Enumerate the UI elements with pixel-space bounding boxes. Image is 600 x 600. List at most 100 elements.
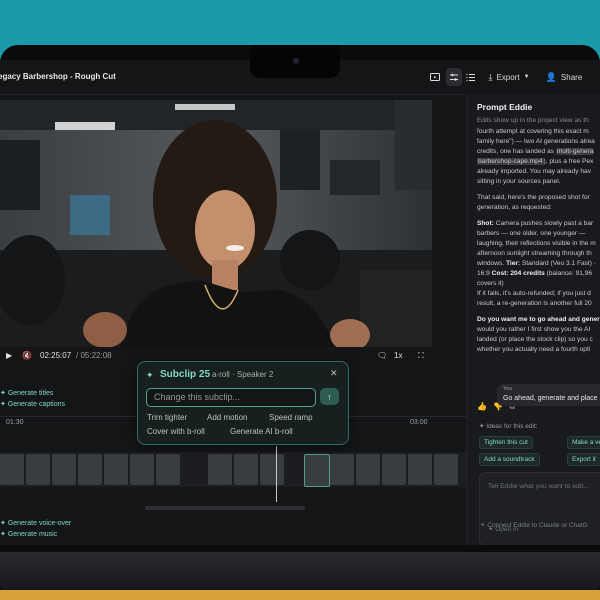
prompt-eddie-panel: Prompt Eddie Edits show up in the projec… xyxy=(466,94,600,545)
connect-eddie-label: Connect Eddie to Claude or ChatG xyxy=(487,522,588,529)
popup-title: Subclip 25 xyxy=(160,369,211,380)
generate-voiceover-link[interactable]: ✦ Generate voice-over xyxy=(0,519,71,527)
clip-thumbnail[interactable] xyxy=(208,454,232,485)
preview-view-button[interactable] xyxy=(428,68,442,86)
export-label: Export xyxy=(496,72,520,82)
comment-icon[interactable]: 🗨 xyxy=(377,351,387,360)
clip-thumbnail[interactable] xyxy=(78,454,102,485)
chat-line: fourth attempt at covering this exact m xyxy=(477,128,589,135)
chat-input-placeholder: Tell Eddie what you want to edit... xyxy=(488,483,589,490)
chat-text: ), plus a free Pex xyxy=(543,158,594,165)
ideas-label: ✦ Ideas for this edit: xyxy=(479,422,538,430)
idea-chip-make[interactable]: Make a ve xyxy=(567,436,600,449)
option-trim-tighter[interactable]: Trim tighter xyxy=(147,413,187,422)
idea-chip-export[interactable]: Export it xyxy=(567,453,600,466)
generate-captions-link[interactable]: ✦ Generate captions xyxy=(0,400,65,408)
chat-bold: Do you want me to go ahead and gener xyxy=(477,316,600,323)
chat-line: sitting in your sources panel. xyxy=(477,178,561,185)
sliders-icon xyxy=(450,73,458,81)
clip-thumbnail[interactable] xyxy=(234,454,258,485)
idea-chip-tighten[interactable]: Tighten this cut xyxy=(479,436,533,449)
list-icon xyxy=(466,73,475,81)
video-player[interactable] xyxy=(0,100,432,350)
playhead[interactable] xyxy=(276,446,277,502)
subclip-prompt-placeholder: Change this subclip... xyxy=(154,392,241,402)
chat-line: whether you actually need a fourth opti xyxy=(477,346,591,353)
camera-dot xyxy=(293,58,299,64)
share-label: Share xyxy=(560,72,583,82)
clip-thumbnail[interactable] xyxy=(26,454,50,485)
clip-thumbnail[interactable] xyxy=(382,454,406,485)
list-view-button[interactable] xyxy=(464,68,478,86)
chat-line: That said, here's the proposed shot for xyxy=(477,194,590,201)
chat-line: would you rather I first show you the AI xyxy=(477,326,591,333)
panel-subtitle: Edits show up in the project view as th xyxy=(477,117,589,124)
chat-line: afternoon sunlight streaming through th xyxy=(477,250,592,257)
generate-music-label: Generate music xyxy=(7,531,58,538)
mute-icon[interactable]: 🔇 xyxy=(22,351,32,360)
chat-line: family here") — two AI generations alrea xyxy=(477,138,595,145)
chat-input[interactable]: Tell Eddie what you want to edit... ✦ Op… xyxy=(479,472,600,545)
timeline-view-button[interactable] xyxy=(446,68,462,86)
idea-chip-soundtrack[interactable]: Add a soundtrack xyxy=(479,453,540,466)
selected-clip-thumbnail[interactable] xyxy=(304,454,330,487)
clip-thumbnail[interactable] xyxy=(330,454,354,485)
generate-titles-link[interactable]: ✦ Generate titles xyxy=(0,389,53,397)
option-generate-ai-broll[interactable]: Generate AI b-roll xyxy=(230,427,293,436)
user-message: You Go ahead, generate and place xyxy=(497,384,600,406)
chat-text: Camera pushes slowly past a bar xyxy=(493,220,594,227)
export-button[interactable]: ⤓ Export ▼ xyxy=(484,68,534,86)
send-button[interactable]: ↑ xyxy=(320,388,339,405)
sparkle-icon: ✦ xyxy=(146,370,154,380)
clip-thumbnail[interactable] xyxy=(104,454,128,485)
background-bottom-strip xyxy=(0,590,600,600)
timeline-track[interactable] xyxy=(0,452,470,487)
clip-thumbnail[interactable] xyxy=(130,454,154,485)
chat-text: credits, one has landed as xyxy=(477,148,556,155)
chat-bold: Shot: xyxy=(477,220,494,227)
generate-captions-label: Generate captions xyxy=(7,401,66,408)
option-add-motion[interactable]: Add motion xyxy=(207,413,247,422)
generate-music-link[interactable]: ✦ Generate music xyxy=(0,530,57,538)
fullscreen-icon[interactable]: ⛶ xyxy=(418,351,424,361)
user-message-text: Go ahead, generate and place xyxy=(503,395,598,402)
user-label: You xyxy=(503,386,513,392)
chat-text: Standard (Veo 3.1 Fast) · xyxy=(520,260,596,267)
clip-thumbnail[interactable] xyxy=(0,454,24,485)
clip-thumbnail[interactable] xyxy=(356,454,380,485)
clip-thumbnail[interactable] xyxy=(408,454,432,485)
share-button[interactable]: 👤 Share xyxy=(544,68,584,86)
timeline-scrollbar[interactable] xyxy=(145,506,305,510)
close-icon[interactable]: ✕ xyxy=(330,368,338,379)
total-time: / 05:22:08 xyxy=(76,351,112,360)
play-icon[interactable]: ▶ xyxy=(6,351,12,360)
popup-subtitle: a-roll · Speaker 2 xyxy=(212,370,274,379)
option-speed-ramp[interactable]: Speed ramp xyxy=(269,413,313,422)
connect-eddie-link[interactable]: ⚭ Connect Eddie to Claude or ChatG xyxy=(480,521,588,529)
option-cover-broll[interactable]: Cover with b-roll xyxy=(147,427,205,436)
app-window: egacy Barbershop - Rough Cut ⤓ Export ▼ … xyxy=(0,60,600,545)
speed-selector[interactable]: 1x xyxy=(394,351,402,360)
file-chip[interactable]: barbershop-cape.mp4 xyxy=(477,158,544,165)
chat-line: Do you want me to go ahead and gener xyxy=(477,315,600,325)
clip-thumbnail[interactable] xyxy=(260,454,284,485)
file-chip[interactable]: multi-genera xyxy=(555,148,595,155)
chat-line: generation, as requested: xyxy=(477,204,552,211)
chat-line: landed (or place the stock clip) so you … xyxy=(477,336,593,343)
chat-line: windows. Tier: Standard (Veo 3.1 Fast) · xyxy=(477,259,600,269)
clip-thumbnail[interactable] xyxy=(52,454,76,485)
chat-bold: Cost: 204 credits xyxy=(491,270,545,277)
laptop-base xyxy=(0,552,600,592)
clip-thumbnail[interactable] xyxy=(156,454,180,485)
thumbs-up-icon[interactable]: 👍 xyxy=(477,402,487,411)
chevron-down-icon: ▼ xyxy=(523,74,530,80)
chat-line: credits, one has landed as multi-genera xyxy=(477,147,600,157)
chat-line: already imported. You may already hav xyxy=(477,168,591,175)
project-title: egacy Barbershop - Rough Cut xyxy=(0,72,116,81)
clip-thumbnail[interactable] xyxy=(434,454,458,485)
subclip-prompt-input[interactable]: Change this subclip... xyxy=(146,388,316,407)
generate-voiceover-label: Generate voice-over xyxy=(7,520,72,527)
sparkle-icon: ✦ xyxy=(0,520,8,527)
ruler-label-start: 01:30 xyxy=(6,419,24,426)
monitor-icon xyxy=(430,72,440,81)
